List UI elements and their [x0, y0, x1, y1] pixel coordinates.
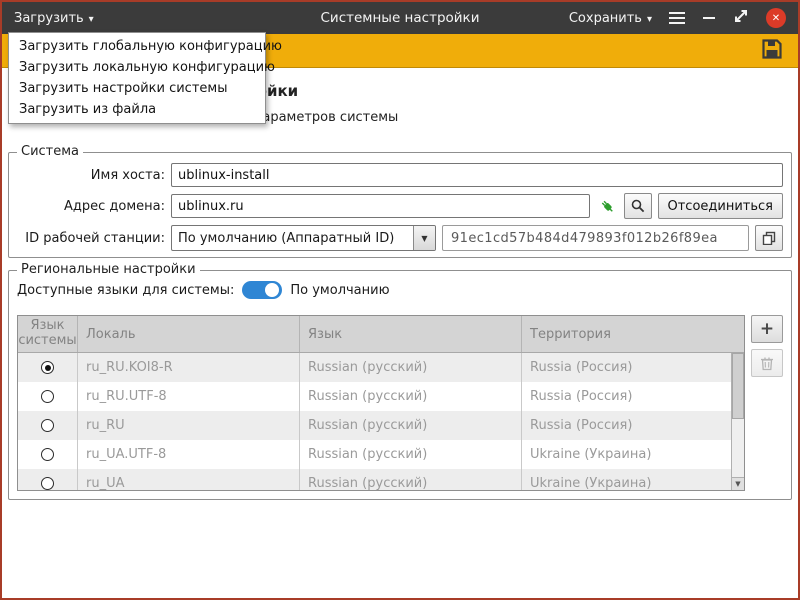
station-id-row: ID рабочей станции: По умолчанию (Аппара…: [17, 225, 783, 251]
maximize-icon: [733, 8, 749, 24]
load-menu-button[interactable]: Загрузить: [2, 11, 106, 26]
column-header: Язык: [300, 316, 522, 352]
scrollbar-thumb[interactable]: [732, 353, 744, 419]
language-cell: Russian (русский): [300, 382, 522, 411]
languages-toggle[interactable]: [242, 281, 282, 299]
toggle-state-label: По умолчанию: [290, 283, 389, 298]
table-actions: [751, 315, 783, 377]
station-id-label: ID рабочей станции:: [17, 231, 165, 246]
language-cell: Russian (русский): [300, 440, 522, 469]
table-row[interactable]: ru_UA.UTF-8Russian (русский)Ukraine (Укр…: [18, 440, 744, 469]
territory-cell: Ukraine (Украина): [522, 440, 744, 469]
menu-item[interactable]: Загрузить настройки системы: [9, 78, 265, 99]
language-cell: Russian (русский): [300, 353, 522, 382]
trash-icon: [760, 356, 774, 371]
system-group-legend: Система: [17, 144, 83, 159]
table-row[interactable]: ru_RURussian (русский)Russia (Россия): [18, 411, 744, 440]
radio-cell: [18, 353, 78, 382]
maximize-button[interactable]: [733, 8, 749, 28]
station-id-selected-option: По умолчанию (Аппаратный ID): [172, 226, 413, 250]
table-row[interactable]: ru_UARussian (русский)Ukraine (Украина): [18, 469, 744, 491]
table-scrollbar[interactable]: [731, 353, 744, 490]
regional-group-legend: Региональные настройки: [17, 262, 200, 277]
territory-cell: Russia (Россия): [522, 353, 744, 382]
chevron-down-icon[interactable]: [413, 226, 435, 250]
menu-item[interactable]: Загрузить из файла: [9, 99, 265, 120]
hostname-row: Имя хоста:: [17, 163, 783, 187]
radio-cell: [18, 469, 78, 491]
language-cell: Russian (русский): [300, 411, 522, 440]
menu-item[interactable]: Загрузить глобальную конфигурацию: [9, 36, 265, 57]
titlebar-controls: Сохранить: [569, 8, 798, 28]
connected-plug-icon: [596, 195, 618, 217]
locale-radio[interactable]: [41, 390, 54, 403]
territory-cell: Russia (Россия): [522, 382, 744, 411]
station-id-select[interactable]: По умолчанию (Аппаратный ID): [171, 225, 436, 251]
chevron-down-icon: [647, 11, 652, 26]
locale-cell: ru_RU.UTF-8: [78, 382, 300, 411]
table-row[interactable]: ru_RU.UTF-8Russian (русский)Russia (Росс…: [18, 382, 744, 411]
copy-icon: [762, 231, 776, 245]
locale-table-header: Язык системы Локаль Язык Территория: [18, 316, 744, 353]
titlebar: Загрузить Системные настройки Сохранить: [2, 2, 798, 34]
locale-table: Язык системы Локаль Язык Территория ru_R…: [17, 315, 745, 491]
system-group: Система Имя хоста: Адрес домена:: [8, 152, 792, 258]
minimize-button[interactable]: [702, 11, 716, 25]
language-cell: Russian (русский): [300, 469, 522, 491]
close-button[interactable]: [766, 8, 786, 28]
menu-icon[interactable]: [669, 12, 685, 24]
domain-row: Адрес домена: Отсоединиться: [17, 193, 783, 219]
locale-radio[interactable]: [41, 448, 54, 461]
scroll-down-arrow-icon[interactable]: [732, 477, 744, 490]
menu-item[interactable]: Загрузить локальную конфигурацию: [9, 57, 265, 78]
load-menu-dropdown: Загрузить глобальную конфигурациюЗагрузи…: [8, 32, 266, 124]
load-menu-label: Загрузить: [14, 11, 84, 26]
disconnect-button[interactable]: Отсоединиться: [658, 193, 784, 219]
domain-search-button[interactable]: [624, 193, 652, 219]
column-header: Территория: [522, 316, 744, 352]
search-icon: [631, 199, 645, 213]
radio-cell: [18, 411, 78, 440]
column-header: Язык системы: [18, 316, 78, 352]
locale-radio[interactable]: [41, 419, 54, 432]
hostname-label: Имя хоста:: [17, 168, 165, 183]
station-id-value: 91ec1cd57b484d479893f012b26f89ea: [442, 225, 749, 251]
domain-label: Адрес домена:: [17, 199, 165, 214]
radio-cell: [18, 382, 78, 411]
app-window: Загрузить Системные настройки Сохранить: [0, 0, 800, 600]
locale-cell: ru_RU: [78, 411, 300, 440]
locale-cell: ru_RU.KOI8-R: [78, 353, 300, 382]
copy-button[interactable]: [755, 225, 783, 251]
regional-group: Региональные настройки Доступные языки д…: [8, 270, 792, 500]
locale-table-body: ru_RU.KOI8-RRussian (русский)Russia (Рос…: [18, 353, 744, 491]
languages-label: Доступные языки для системы:: [17, 283, 234, 298]
domain-input[interactable]: [171, 194, 590, 218]
territory-cell: Ukraine (Украина): [522, 469, 744, 491]
table-row[interactable]: ru_RU.KOI8-RRussian (русский)Russia (Рос…: [18, 353, 744, 382]
locale-radio[interactable]: [41, 477, 54, 490]
add-locale-button[interactable]: [751, 315, 783, 343]
save-menu-button[interactable]: Сохранить: [569, 11, 652, 26]
save-file-icon[interactable]: [760, 37, 784, 65]
column-header: Локаль: [78, 316, 300, 352]
chevron-down-icon: [89, 11, 94, 26]
locale-cell: ru_UA: [78, 469, 300, 491]
save-menu-label: Сохранить: [569, 11, 642, 26]
locale-radio[interactable]: [41, 361, 54, 374]
delete-locale-button[interactable]: [751, 349, 783, 377]
territory-cell: Russia (Россия): [522, 411, 744, 440]
radio-cell: [18, 440, 78, 469]
hostname-input[interactable]: [171, 163, 783, 187]
languages-toggle-row: Доступные языки для системы: По умолчани…: [17, 281, 791, 299]
locale-cell: ru_UA.UTF-8: [78, 440, 300, 469]
